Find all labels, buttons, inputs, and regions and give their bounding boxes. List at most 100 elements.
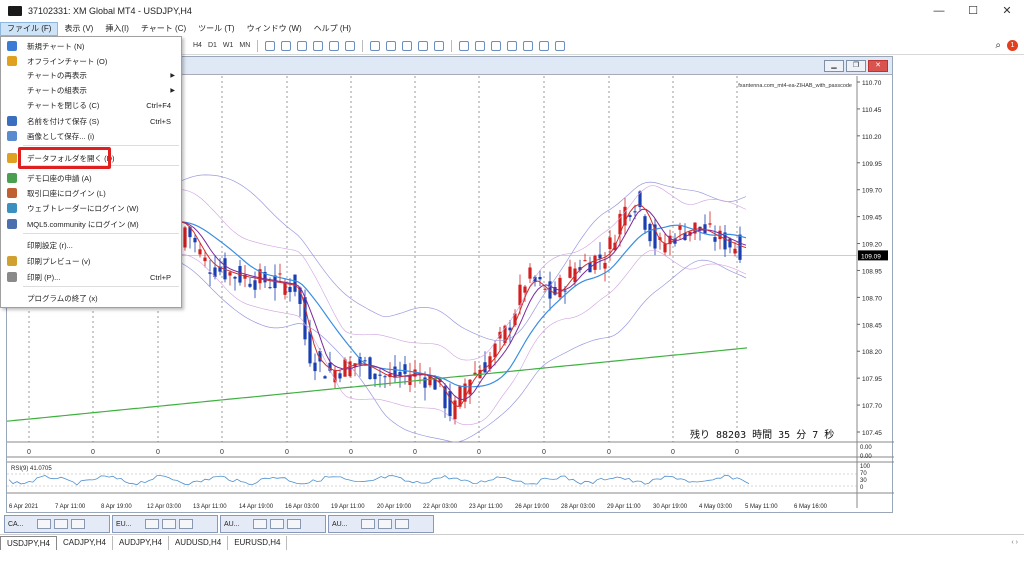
templates-icon[interactable] <box>434 40 445 51</box>
chart-tab[interactable]: AUDUSD,H4 <box>169 535 229 550</box>
chart-restore-button[interactable]: ❐ <box>846 60 866 72</box>
file-menu-item-label: 印刷 (P)... <box>27 272 61 282</box>
file-menu-item[interactable]: チャートを閉じる (C) Ctrl+F4 <box>1 98 181 112</box>
autoscroll-icon[interactable] <box>386 40 397 51</box>
mini-restore-button[interactable] <box>145 519 159 529</box>
candle-body <box>408 375 412 385</box>
price-label: 109.45 <box>862 215 882 222</box>
periods-icon[interactable] <box>418 40 429 51</box>
tile-windows-icon[interactable] <box>345 40 356 51</box>
trendline-icon[interactable] <box>523 40 534 51</box>
mini-maximize-button[interactable] <box>162 519 176 529</box>
candle-body <box>248 283 252 287</box>
file-menu-item[interactable]: 名前を付けて保存 (S) Ctrl+S <box>1 114 181 128</box>
rsi-scale-label: 70 <box>860 471 867 477</box>
maximize-button[interactable]: ☐ <box>956 0 990 22</box>
chart-shift-icon[interactable] <box>370 40 381 51</box>
data-folder-icon <box>7 153 17 163</box>
notification-icon[interactable]: 1 <box>1007 40 1018 51</box>
file-menu-item[interactable]: 印刷プレビュー (v) <box>1 254 181 268</box>
mini-restore-button[interactable] <box>253 519 267 529</box>
candle-body <box>563 290 567 292</box>
menu-window[interactable]: ウィンドウ (W) <box>241 22 308 36</box>
mini-maximize-button[interactable] <box>270 519 284 529</box>
file-menu-item[interactable]: チャートの再表示 ▶ <box>1 68 181 82</box>
candle-body <box>633 211 637 213</box>
subwindow-zero-label: 0 <box>27 449 31 456</box>
mt4-app-icon <box>8 6 22 16</box>
candle-body <box>268 287 272 289</box>
chart-tab[interactable]: USDJPY,H4 <box>0 535 57 550</box>
mini-maximize-button[interactable] <box>378 519 392 529</box>
menu-help[interactable]: ヘルプ (H) <box>308 22 357 36</box>
zoom-in-icon[interactable] <box>313 40 324 51</box>
candle-body <box>183 227 187 248</box>
mini-close-button[interactable] <box>71 519 85 529</box>
price-label: 110.70 <box>862 80 882 87</box>
minimized-chart-window[interactable]: EU... <box>112 515 218 533</box>
price-label: 107.45 <box>862 430 882 437</box>
file-menu-shortcut: Ctrl+P <box>149 272 171 282</box>
candle-body <box>648 223 652 242</box>
chart-tab[interactable]: CADJPY,H4 <box>57 535 113 550</box>
title-bar: 37102331: XM Global MT4 - USDJPY,H4 — ☐ … <box>0 0 1024 22</box>
line-chart-icon[interactable] <box>297 40 308 51</box>
subwindow-zero-label: 0 <box>542 449 546 456</box>
tab-scroll-arrows[interactable]: ‹ › <box>1011 539 1018 546</box>
file-menu-item[interactable]: 取引口座にログイン (L) <box>1 186 181 200</box>
indicators-icon[interactable] <box>402 40 413 51</box>
tf-h4-button[interactable]: H4 <box>190 42 205 49</box>
channel-icon[interactable] <box>539 40 550 51</box>
search-icon[interactable]: ⌕ <box>995 40 1001 51</box>
minimized-chart-window[interactable]: AU... <box>220 515 326 533</box>
candle-body <box>603 262 607 269</box>
file-menu-item[interactable]: プログラムの終了 (x) <box>1 291 181 305</box>
menu-tools[interactable]: ツール (T) <box>192 22 240 36</box>
file-menu-item[interactable]: 画像として保存... (i) <box>1 129 181 143</box>
bar-chart-icon[interactable] <box>265 40 276 51</box>
file-menu-item[interactable]: デモ口座の申請 (A) <box>1 171 181 185</box>
mini-close-button[interactable] <box>395 519 409 529</box>
file-menu-item[interactable]: MQL5.community にログイン (M) <box>1 217 181 231</box>
tf-mn-button[interactable]: MN <box>236 42 253 49</box>
candle-chart-icon[interactable] <box>281 40 292 51</box>
mini-close-button[interactable] <box>179 519 193 529</box>
close-button[interactable]: ✕ <box>990 0 1024 22</box>
menu-file[interactable]: ファイル (F) <box>0 22 59 36</box>
mini-maximize-button[interactable] <box>54 519 68 529</box>
minimized-chart-window[interactable]: CA... <box>4 515 110 533</box>
chart-tab[interactable]: EURUSD,H4 <box>228 535 288 550</box>
subwindow-zero-label: 0 <box>156 449 160 456</box>
menu-chart[interactable]: チャート (C) <box>135 22 192 36</box>
file-menu-item[interactable]: オフラインチャート (O) <box>1 54 181 68</box>
menu-insert[interactable]: 挿入(I) <box>99 22 135 36</box>
minimized-chart-window[interactable]: AU... <box>328 515 434 533</box>
mini-restore-button[interactable] <box>37 519 51 529</box>
file-menu-item-label: 取引口座にログイン (L) <box>27 188 106 198</box>
file-menu-item[interactable]: ウェブトレーダーにログイン (W) <box>1 201 181 215</box>
minimize-button[interactable]: — <box>922 0 956 22</box>
file-menu-item[interactable]: チャートの組表示 ▶ <box>1 83 181 97</box>
chart-minimize-button[interactable]: ▁ <box>824 60 844 72</box>
zoom-out-icon[interactable] <box>329 40 340 51</box>
submenu-arrow-icon: ▶ <box>170 87 175 94</box>
horizontal-line-icon[interactable] <box>507 40 518 51</box>
text-label-icon[interactable] <box>555 40 566 51</box>
menu-view[interactable]: 表示 (V) <box>58 22 99 36</box>
tf-w1-button[interactable]: W1 <box>220 42 237 49</box>
mini-close-button[interactable] <box>287 519 301 529</box>
file-menu-item[interactable]: 新規チャート (N) <box>1 39 181 53</box>
tf-d1-button[interactable]: D1 <box>205 42 220 49</box>
crosshair-icon[interactable] <box>475 40 486 51</box>
file-menu-item[interactable]: 印刷設定 (r)... <box>1 238 181 252</box>
chart-close-button[interactable]: ✕ <box>868 60 888 72</box>
file-menu-item[interactable]: 印刷 (P)... Ctrl+P <box>1 270 181 284</box>
bollinger-upper <box>181 174 747 342</box>
file-menu-item-label: 名前を付けて保存 (S) <box>27 116 100 126</box>
file-menu-item-label: 印刷設定 (r)... <box>27 240 73 250</box>
price-label: 109.95 <box>862 161 882 168</box>
cursor-icon[interactable] <box>459 40 470 51</box>
vertical-line-icon[interactable] <box>491 40 502 51</box>
chart-tab[interactable]: AUDJPY,H4 <box>113 535 169 550</box>
mini-restore-button[interactable] <box>361 519 375 529</box>
